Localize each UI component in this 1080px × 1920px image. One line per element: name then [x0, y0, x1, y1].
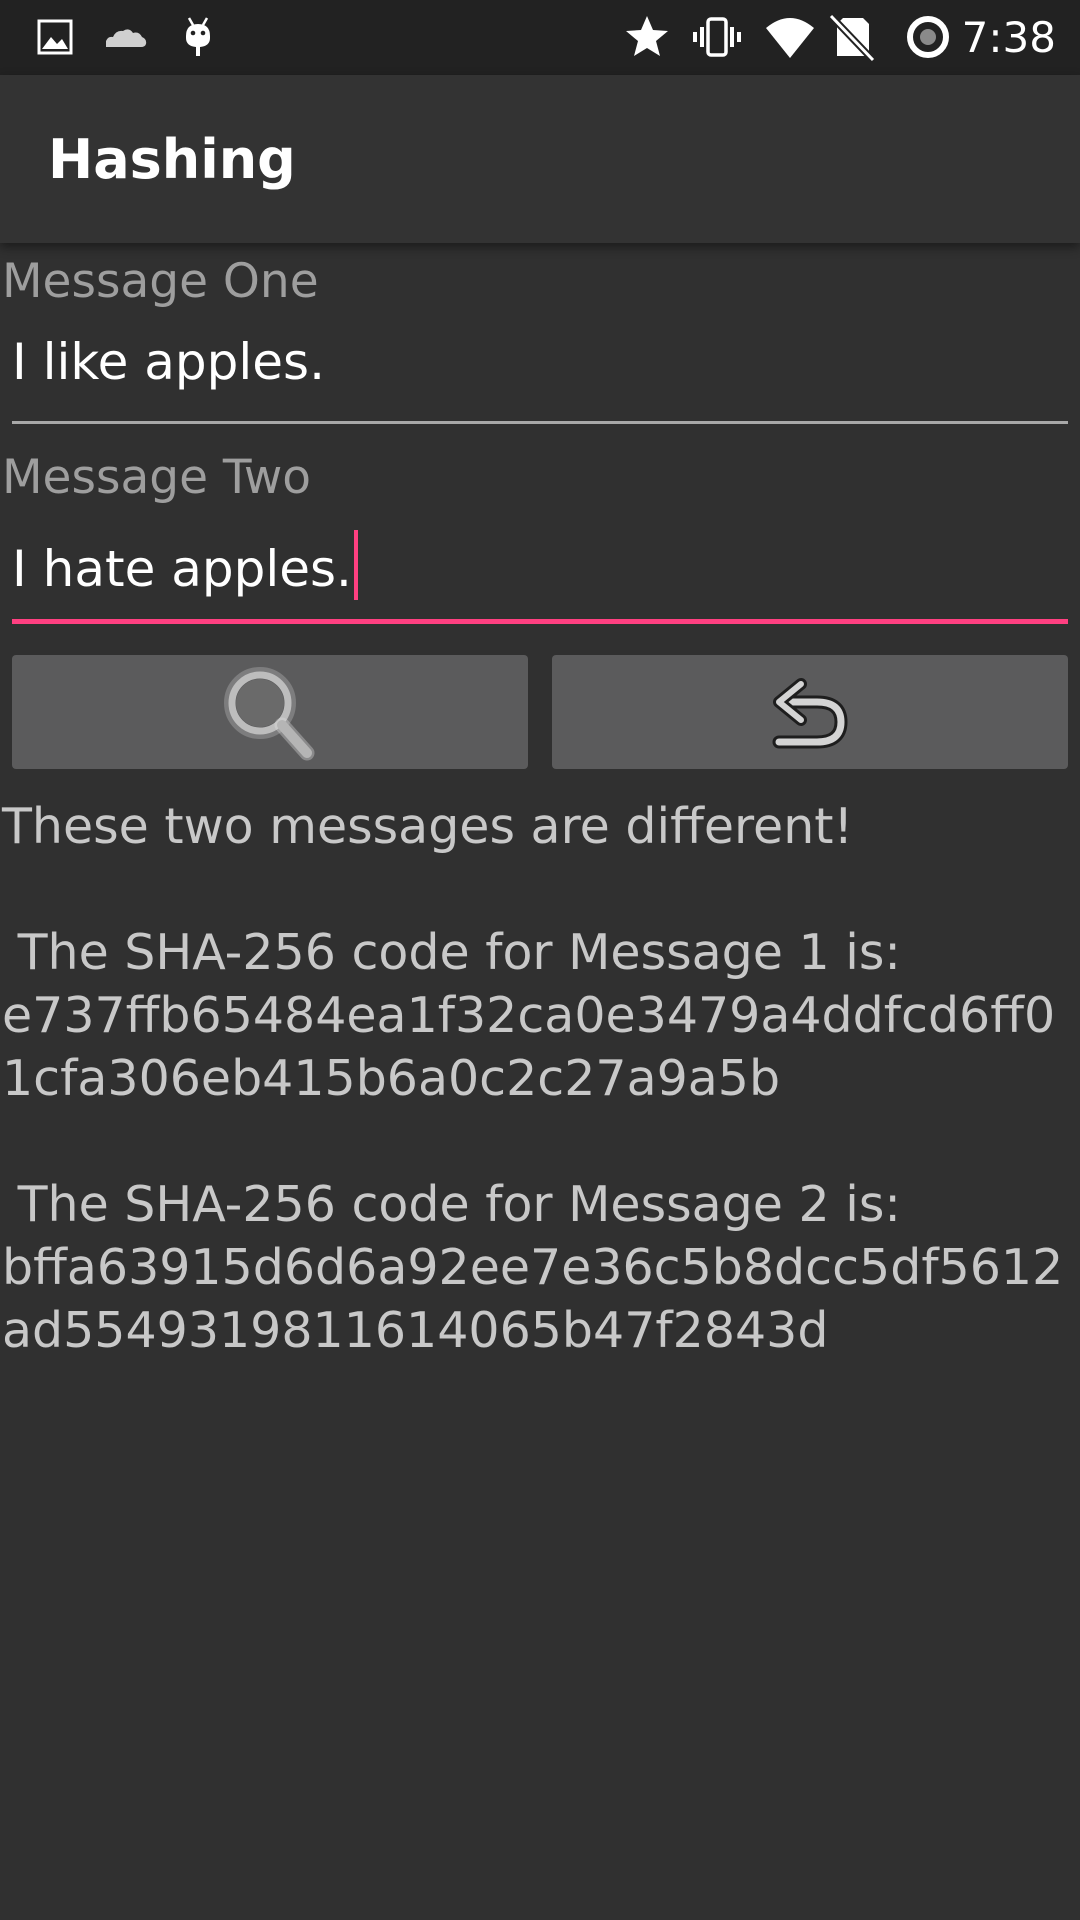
- wifi-icon: [766, 18, 814, 58]
- result-spacer: [2, 858, 1078, 921]
- message-one-label: Message One: [2, 254, 319, 309]
- result-spacer: [2, 1110, 1078, 1173]
- cloud-icon: [106, 29, 147, 47]
- text-cursor: [353, 530, 358, 600]
- message-one-input[interactable]: I like apples.: [12, 333, 1068, 403]
- message-one-underline: [12, 421, 1068, 424]
- result-verdict: These two messages are different!: [2, 798, 854, 855]
- search-icon: [224, 667, 315, 761]
- hash2-label: The SHA-256 code for Message 2 is:: [2, 1176, 901, 1233]
- message-two-value: I hate apples.: [12, 540, 352, 598]
- no-sim-icon: [828, 13, 876, 62]
- hash1-value: e737ffb65484ea1f32ca0e3479a4ddfcd6ff01cf…: [2, 987, 1056, 1107]
- message-two-underline: [12, 619, 1068, 624]
- message-two-label: Message Two: [2, 450, 312, 505]
- image-icon: [37, 19, 73, 55]
- message-two-value-wrap: I hate apples.: [12, 530, 358, 600]
- reset-button[interactable]: [552, 655, 1068, 769]
- battery-charging-icon: [907, 16, 949, 58]
- compare-button[interactable]: [12, 655, 528, 769]
- undo-icon: [772, 678, 848, 749]
- page-title: Hashing: [48, 128, 296, 191]
- message-two-input[interactable]: I hate apples.: [12, 530, 1068, 600]
- clock: 7:38: [961, 13, 1056, 62]
- result-text: These two messages are different! The SH…: [2, 795, 1078, 1362]
- star-icon: [626, 16, 668, 56]
- vibrate-icon: [693, 17, 741, 57]
- message-one-value: I like apples.: [12, 333, 325, 391]
- hash1-label: The SHA-256 code for Message 1 is:: [2, 924, 901, 981]
- android-icon: [186, 17, 210, 56]
- hash2-value: bffa63915d6d6a92ee7e36c5b8dcc5df5612ad55…: [2, 1239, 1064, 1359]
- status-bar: 7:38: [0, 0, 1080, 75]
- app-bar: Hashing: [0, 75, 1080, 243]
